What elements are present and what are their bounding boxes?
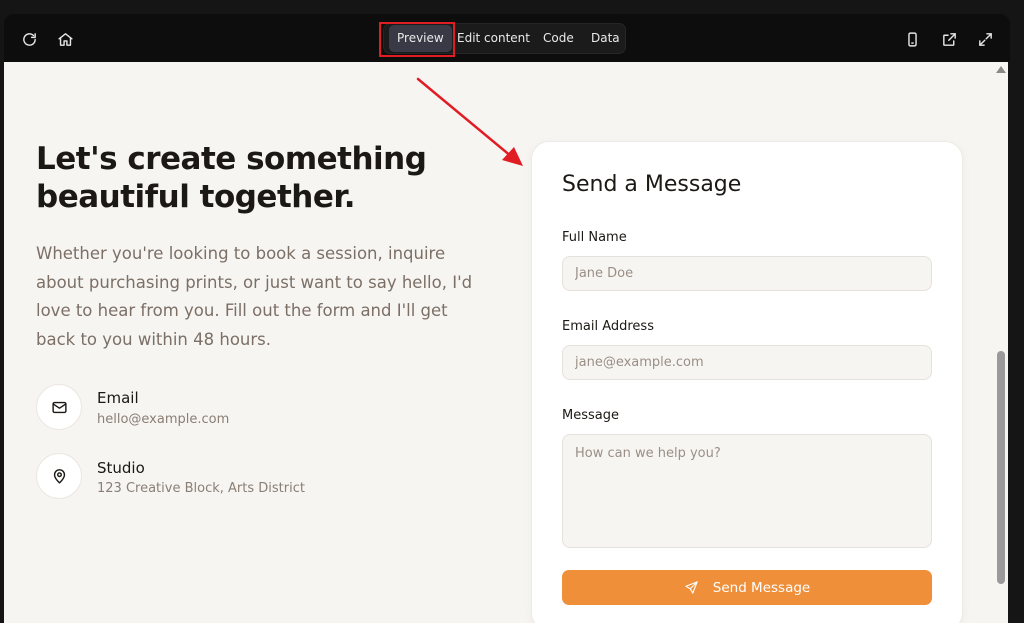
mobile-icon[interactable] [900, 27, 924, 51]
form-title: Send a Message [562, 172, 742, 197]
full-name-label: Full Name [562, 230, 627, 245]
message-label: Message [562, 408, 619, 423]
tab-data[interactable]: Data [591, 25, 620, 52]
scrollbar-thumb[interactable] [997, 351, 1005, 584]
contact-studio-value: 123 Creative Block, Arts District [97, 481, 305, 496]
mail-icon [36, 384, 82, 430]
tab-code[interactable]: Code [543, 25, 574, 52]
scroll-up-arrow[interactable] [996, 66, 1006, 73]
home-icon[interactable] [53, 27, 77, 51]
full-name-input[interactable] [562, 256, 932, 291]
contact-email-title: Email [97, 389, 139, 407]
contact-form-card [531, 141, 963, 623]
send-message-label: Send Message [712, 579, 811, 596]
external-link-icon[interactable] [937, 27, 961, 51]
window-edge [1008, 62, 1024, 623]
send-icon [685, 581, 698, 594]
map-pin-icon [36, 453, 82, 499]
email-input[interactable] [562, 345, 932, 380]
send-message-button[interactable]: Send Message [562, 570, 932, 605]
email-label: Email Address [562, 319, 654, 334]
contact-studio-title: Studio [97, 459, 145, 477]
preview-highlight-box [379, 22, 455, 57]
contact-email-value[interactable]: hello@example.com [97, 412, 229, 427]
expand-icon[interactable] [973, 27, 997, 51]
hero-headline: Let's create something beautiful togethe… [36, 140, 476, 216]
tab-edit-content[interactable]: Edit content [457, 25, 530, 52]
hero-headline-line-2: beautiful together. [36, 179, 356, 215]
hero-intro: Whether you're looking to book a session… [36, 244, 473, 349]
message-textarea[interactable] [562, 434, 932, 548]
hero-headline-line-1: Let's create something [36, 141, 427, 177]
refresh-icon[interactable] [17, 27, 41, 51]
